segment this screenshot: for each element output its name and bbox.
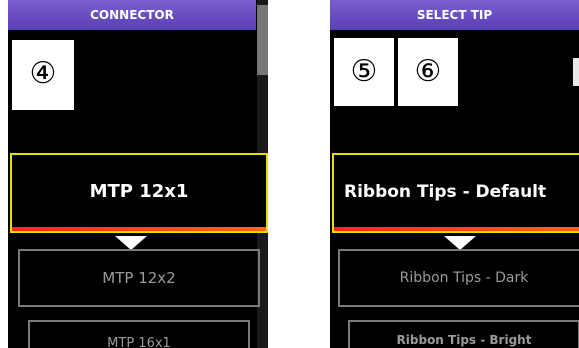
tip-option[interactable]: Ribbon Tips - Dark bbox=[338, 249, 579, 307]
select-tip-panel: SELECT TIP ⑤ ⑥ Ribbon Tips - Default Rib… bbox=[330, 0, 579, 348]
connector-option[interactable]: MTP 12x2 bbox=[18, 249, 260, 307]
connector-option-label: MTP 12x1 bbox=[89, 181, 189, 202]
panel-title: CONNECTOR bbox=[8, 0, 256, 30]
panel-title: SELECT TIP bbox=[330, 0, 579, 30]
connector-option-label: MTP 16x1 bbox=[107, 336, 171, 348]
tip-option-label: Ribbon Tips - Default bbox=[344, 182, 547, 202]
scrollbar-thumb[interactable] bbox=[573, 58, 579, 86]
connector-panel: CONNECTOR ④ MTP 12x1 MTP 12x2 MTP 16x1 bbox=[8, 0, 268, 348]
tip-option-selected[interactable]: Ribbon Tips - Default bbox=[332, 153, 579, 233]
tip-option-label: Ribbon Tips - Dark bbox=[399, 270, 529, 286]
callout-label-5: ⑤ bbox=[334, 38, 394, 106]
connector-option-label: MTP 12x2 bbox=[102, 269, 176, 287]
tip-option-label: Ribbon Tips - Bright bbox=[396, 333, 532, 347]
down-arrow-icon bbox=[115, 236, 147, 250]
selection-underline bbox=[12, 227, 266, 231]
callout-label-6: ⑥ bbox=[398, 38, 458, 106]
connector-option[interactable]: MTP 16x1 bbox=[28, 320, 250, 348]
scrollbar-thumb[interactable] bbox=[257, 5, 268, 75]
tip-option[interactable]: Ribbon Tips - Bright bbox=[348, 320, 579, 348]
selection-underline bbox=[334, 227, 579, 231]
connector-option-selected[interactable]: MTP 12x1 bbox=[10, 153, 268, 233]
down-arrow-icon bbox=[444, 236, 476, 250]
callout-label-4: ④ bbox=[12, 40, 74, 110]
